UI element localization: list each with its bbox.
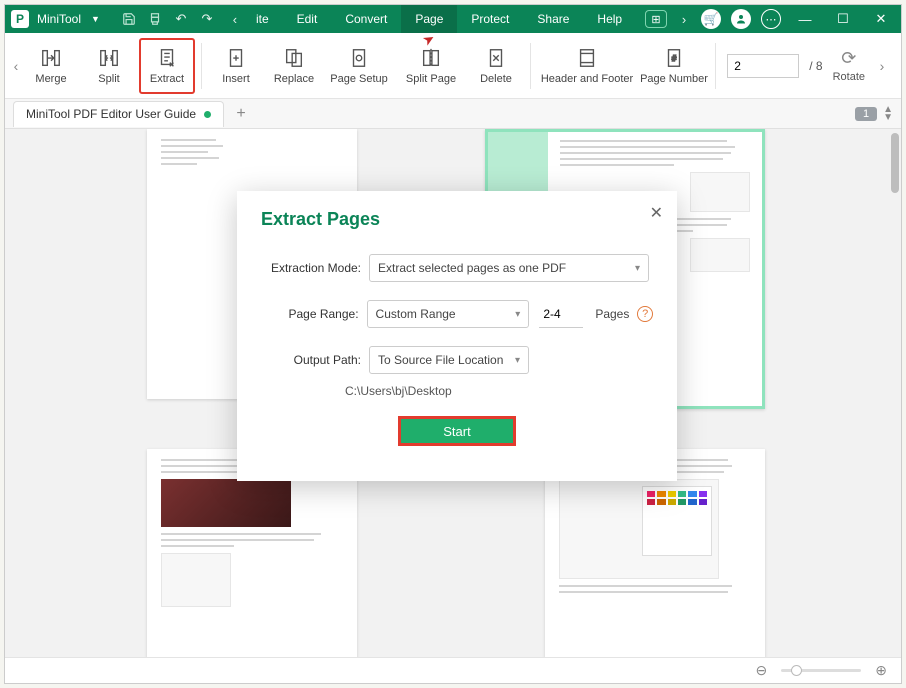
rotate-icon: ⟳ <box>841 48 856 69</box>
maximize-button[interactable]: ☐ <box>829 5 857 33</box>
replace-button[interactable]: Replace <box>266 38 322 94</box>
titlebar: P MiniTool ▼ ↶ ↷ ‹ ite Edit Convert Page… <box>5 5 901 33</box>
document-tab-title: MiniTool PDF Editor User Guide <box>26 107 196 121</box>
menu-item-help[interactable]: Help <box>583 5 636 33</box>
dialog-close-button[interactable]: ✕ <box>650 203 663 223</box>
delete-button[interactable]: Delete <box>468 38 524 94</box>
menu-item-protect[interactable]: Protect <box>457 5 523 33</box>
ribbon-scroll-left-icon[interactable]: ‹ <box>9 58 23 74</box>
insert-button[interactable]: Insert <box>208 38 264 94</box>
document-tab[interactable]: MiniTool PDF Editor User Guide <box>13 101 224 127</box>
cart-icon[interactable]: 🛒 <box>701 9 721 29</box>
minimize-button[interactable]: — <box>791 5 819 33</box>
undo-icon[interactable]: ↶ <box>174 12 188 26</box>
page-stepper[interactable]: ▲▼ <box>883 106 893 122</box>
output-path-label: Output Path: <box>261 353 369 367</box>
redo-icon[interactable]: ↷ <box>200 12 214 26</box>
unsaved-dot-icon <box>204 111 211 118</box>
menu-scroll-left-icon[interactable]: ‹ <box>228 12 242 26</box>
help-icon[interactable]: ? <box>637 306 653 322</box>
page-total-label: / 8 <box>809 59 822 73</box>
page-current-input[interactable] <box>727 54 799 78</box>
extract-pages-dialog: ✕ Extract Pages Extraction Mode: Extract… <box>237 191 677 481</box>
page-number-button[interactable]: # Page Number <box>639 38 709 94</box>
split-button[interactable]: Split <box>81 38 137 94</box>
output-path-display: C:\Users\bj\Desktop <box>345 384 653 398</box>
extraction-mode-select[interactable]: Extract selected pages as one PDF <box>369 254 649 282</box>
split-label: Split <box>98 73 119 85</box>
pages-suffix-label: Pages <box>595 307 629 321</box>
ribbon-scroll-right-icon[interactable]: › <box>875 58 889 74</box>
merge-button[interactable]: Merge <box>23 38 79 94</box>
zoom-slider-thumb[interactable] <box>791 665 802 676</box>
page-badge: 1 <box>855 107 877 121</box>
feedback-icon[interactable]: ⋯ <box>761 9 781 29</box>
vertical-scrollbar[interactable] <box>891 133 899 631</box>
save-icon[interactable] <box>122 12 136 26</box>
print-icon[interactable] <box>148 12 162 26</box>
svg-text:#: # <box>672 53 677 62</box>
page-range-select[interactable]: Custom Range <box>367 300 530 328</box>
menu-item-convert[interactable]: Convert <box>331 5 401 33</box>
main-menu: ‹ ite Edit Convert Page ➤ Protect Share … <box>228 5 636 33</box>
statusbar: ⊖ ⊕ <box>5 657 901 683</box>
menu-scroll-right-icon[interactable]: › <box>677 12 691 26</box>
page-range-label: Page Range: <box>261 307 367 321</box>
app-window: P MiniTool ▼ ↶ ↷ ‹ ite Edit Convert Page… <box>4 4 902 684</box>
brand-name: MiniTool <box>37 12 81 26</box>
zoom-out-button[interactable]: ⊖ <box>756 662 768 679</box>
start-button[interactable]: Start <box>398 416 516 446</box>
extract-button[interactable]: Extract <box>139 38 195 94</box>
merge-label: Merge <box>35 73 66 85</box>
scrollbar-thumb[interactable] <box>891 133 899 193</box>
header-footer-button[interactable]: Header and Footer <box>537 38 637 94</box>
document-tabbar: MiniTool PDF Editor User Guide + 1 ▲▼ <box>5 99 901 129</box>
ribbon: ‹ Merge Split Extract Insert Rep <box>5 33 901 99</box>
menu-item-share[interactable]: Share <box>523 5 583 33</box>
zoom-slider[interactable] <box>781 669 861 672</box>
brand-dropdown-icon[interactable]: ▼ <box>91 14 100 24</box>
app-logo: P <box>11 10 29 28</box>
page-range-input[interactable] <box>539 300 583 328</box>
menu-item-edit[interactable]: Edit <box>283 5 332 33</box>
extract-label: Extract <box>150 73 184 85</box>
split-page-button[interactable]: Split Page <box>396 38 466 94</box>
account-icon[interactable] <box>731 9 751 29</box>
apps-icon[interactable]: ⊞ <box>645 10 667 28</box>
zoom-in-button[interactable]: ⊕ <box>875 662 887 679</box>
close-button[interactable]: ✕ <box>867 5 895 33</box>
output-path-select[interactable]: To Source File Location <box>369 346 529 374</box>
page-setup-button[interactable]: Page Setup <box>324 38 394 94</box>
add-tab-button[interactable]: + <box>232 105 250 123</box>
rotate-button[interactable]: ⟳ Rotate <box>833 48 865 83</box>
menu-item-0[interactable]: ite <box>242 5 283 33</box>
extraction-mode-label: Extraction Mode: <box>261 261 369 275</box>
menu-item-page[interactable]: Page ➤ <box>401 5 457 33</box>
dialog-title: Extract Pages <box>261 209 653 230</box>
